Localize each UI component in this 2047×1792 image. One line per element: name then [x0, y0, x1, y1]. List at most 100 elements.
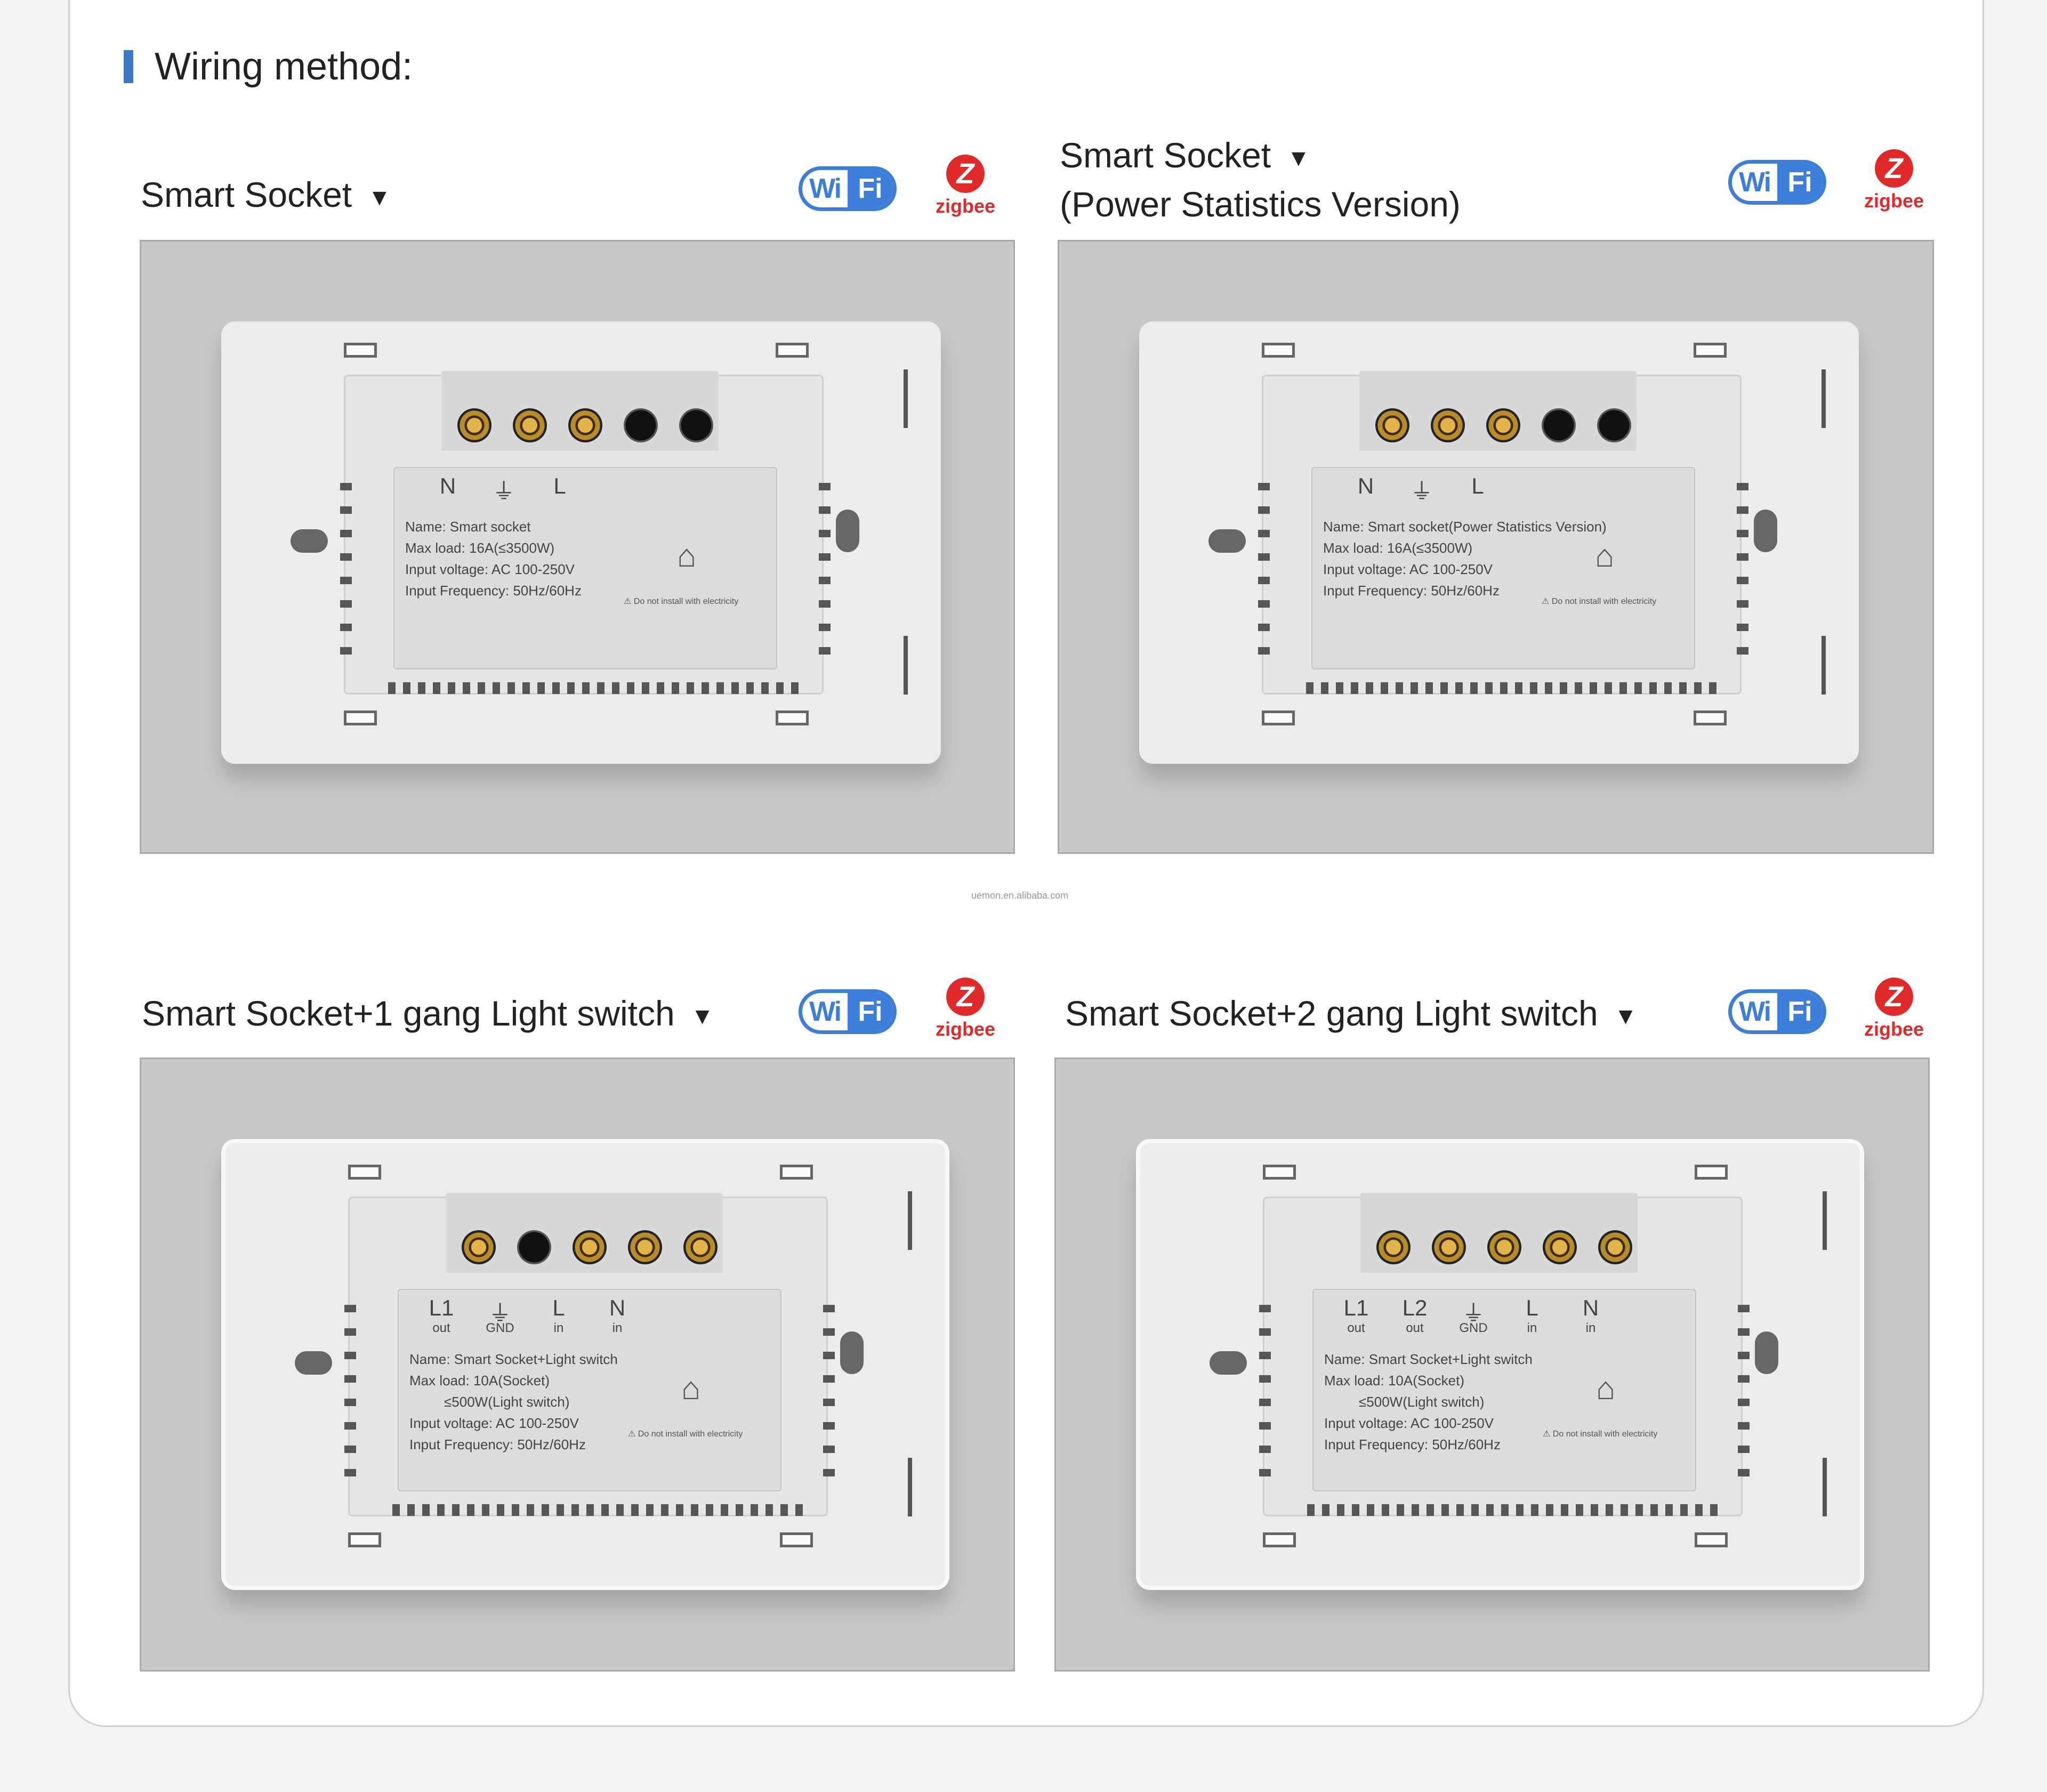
side-mark	[908, 1458, 912, 1516]
terminal-symbol-sub: in	[612, 1321, 623, 1335]
panel-heading-2: Smart Socket ▼ (Power Statistics Version)	[1060, 132, 1461, 227]
vent-slot	[819, 600, 831, 608]
vent-slot	[1441, 1504, 1449, 1516]
vent-slot	[687, 682, 694, 694]
wall-plate: L1 out ⏚ GND Lin Nin Name: Smart Socket+Light …	[221, 1139, 949, 1590]
section-title: Wiring method:	[124, 37, 413, 96]
vent-slot	[1576, 1504, 1583, 1516]
spec-text: Name: Smart socket Max load: 16A(≤3500W)…	[405, 519, 582, 599]
vent-slot	[1738, 1399, 1750, 1406]
mounting-tab	[344, 343, 377, 358]
vent-slot	[1530, 682, 1537, 694]
vent-slot	[537, 682, 545, 694]
vent-slot	[819, 506, 831, 514]
vent-slot	[1737, 624, 1748, 631]
zigbee-label: zigbee	[935, 195, 996, 217]
vent-slot	[1737, 600, 1748, 608]
vent-slot	[1322, 1504, 1329, 1516]
terminal-screw-icon	[624, 408, 658, 442]
vent-slot	[1336, 682, 1343, 694]
vent-slot	[1259, 1469, 1271, 1476]
vent-slot	[392, 1504, 400, 1516]
vent-slot	[1737, 530, 1748, 537]
terminal-symbol: ⏚	[492, 479, 515, 504]
dropdown-triangle-icon: ▼	[368, 184, 391, 211]
vent-slot	[1635, 1504, 1643, 1516]
vent-slot	[1619, 682, 1627, 694]
vent-slot	[1738, 1305, 1750, 1312]
vent-slot	[1259, 1328, 1271, 1336]
vent-slot	[1561, 1504, 1568, 1516]
vent-slot	[1515, 682, 1522, 694]
product-photo-2-gang: L1 out L2 out ⏚ GND Lin Nin Name: Smart Socket+L…	[1054, 1058, 1930, 1672]
vent-slot	[1695, 1504, 1703, 1516]
vent-slot	[452, 1504, 460, 1516]
vent-slot	[1258, 506, 1270, 514]
vent-slot	[344, 1375, 356, 1383]
vent-slot	[597, 682, 605, 694]
spec-text: Name: Smart Socket+Light switch Max load…	[409, 1351, 618, 1452]
terminal-symbol: L	[552, 1295, 565, 1320]
panel-heading-3: Smart Socket+1 gang Light switch ▼	[142, 990, 714, 1039]
vent-slot	[631, 1504, 639, 1516]
vent-slot	[493, 682, 500, 694]
terminal-symbol: N	[609, 1295, 626, 1320]
panel-subtitle: (Power Statistics Version)	[1060, 184, 1461, 224]
vent-slot	[1546, 1504, 1553, 1516]
vent-slot	[823, 1375, 835, 1383]
mounting-tab	[1694, 343, 1727, 358]
screw-cutout	[295, 1351, 332, 1375]
section-title-text: Wiring method:	[155, 45, 413, 88]
vent-slot	[1737, 553, 1748, 561]
vent-slot	[691, 1504, 698, 1516]
vent-slot	[1737, 483, 1748, 490]
vent-slot	[1258, 647, 1270, 655]
terminal-symbol: L2	[1402, 1295, 1428, 1320]
mounting-tab	[1263, 1165, 1296, 1180]
vent-slot	[1738, 1469, 1750, 1476]
vent-slot	[1516, 1504, 1524, 1516]
wifi-text: Wi	[1738, 996, 1771, 1027]
mounting-tab	[344, 711, 377, 725]
mounting-tab	[348, 1165, 381, 1180]
zigbee-badge-icon: Zzigbee	[931, 155, 1000, 235]
mounting-tab	[776, 711, 809, 725]
mounting-tab	[1262, 711, 1295, 725]
vent-slot	[340, 506, 352, 514]
vent-slot	[616, 1504, 624, 1516]
vent-slot	[422, 1504, 430, 1516]
zigbee-logo-icon: Z	[1875, 978, 1913, 1016]
mounting-tab	[1263, 1532, 1296, 1547]
panel-title: Smart Socket+2 gang Light switch	[1065, 994, 1598, 1033]
vent-slot	[344, 1352, 356, 1359]
terminal-screw-icon	[568, 408, 602, 442]
vent-slot	[1259, 1352, 1271, 1359]
terminal-screw-icon	[513, 408, 547, 442]
vent-slot	[1366, 682, 1373, 694]
vent-slot	[522, 682, 530, 694]
zigbee-badge-icon: Zzigbee	[931, 978, 1000, 1058]
vent-slot	[1738, 1328, 1750, 1336]
vent-slot	[407, 1504, 415, 1516]
spec-text: Name: Smart socket(Power Statistics Vers…	[1323, 519, 1607, 599]
vent-slot	[340, 577, 352, 584]
vent-slot	[463, 682, 470, 694]
module-body: L1 out L2 out ⏚ GND Lin Nin Name: Smart Socket+L…	[1259, 1193, 1778, 1516]
spec-label: N ⏚ L Name: Smart socket Max load: 16A(≤350…	[393, 467, 777, 669]
terminal-symbol-sub: GND	[1459, 1321, 1488, 1335]
vent-slot	[1621, 1504, 1628, 1516]
vent-slot	[437, 1504, 445, 1516]
side-mark	[1822, 369, 1826, 428]
vent-slot	[1500, 682, 1508, 694]
vent-slot	[657, 682, 664, 694]
title-accent-bar	[124, 50, 133, 83]
vent-slot	[1381, 682, 1388, 694]
terminal-screw-icon	[1375, 408, 1409, 442]
vent-slot	[1738, 1446, 1750, 1453]
fi-text: Fi	[1777, 164, 1823, 201]
vent-slot	[340, 600, 352, 608]
vent-slot	[571, 1504, 579, 1516]
vent-slot	[1397, 1504, 1404, 1516]
terminal-screw-icon	[679, 408, 713, 442]
vent-slot	[1694, 682, 1702, 694]
